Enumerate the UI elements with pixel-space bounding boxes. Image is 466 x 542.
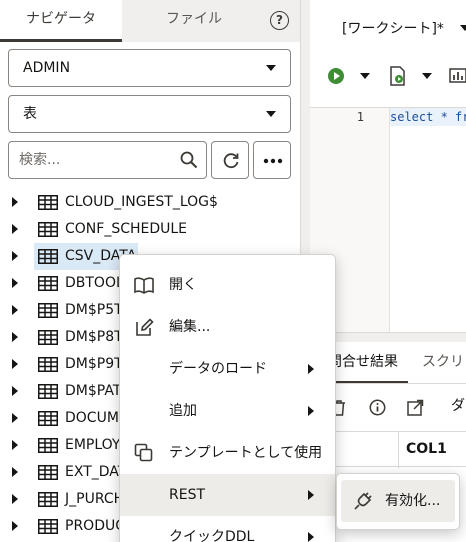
expand-arrow-icon[interactable]	[12, 467, 18, 477]
search-input[interactable]	[19, 148, 179, 172]
sql-editor-line[interactable]: select * fr	[390, 108, 466, 126]
expand-arrow-icon[interactable]	[12, 224, 18, 234]
submenu-arrow-icon	[308, 364, 314, 374]
tree-item-label: EXT_DAT	[65, 464, 127, 480]
expand-arrow-icon[interactable]	[12, 359, 18, 369]
tab-query-result[interactable]: 問合せ結果	[328, 342, 408, 384]
menu-item[interactable]: 編集...	[120, 306, 335, 348]
search-icon[interactable]	[180, 151, 198, 169]
chevron-down-icon	[266, 111, 276, 117]
expand-arrow-icon[interactable]	[12, 494, 18, 504]
expand-arrow-icon[interactable]	[12, 440, 18, 450]
table-icon	[38, 303, 58, 318]
submenu-arrow-icon	[308, 532, 314, 542]
expand-arrow-icon[interactable]	[12, 197, 18, 207]
menu-item-label: REST	[169, 487, 206, 503]
worksheet-title[interactable]: [ワークシート]*	[342, 18, 444, 38]
menu-item-label: 編集...	[169, 319, 211, 335]
expand-arrow-icon[interactable]	[12, 278, 18, 288]
submenu-arrow-icon	[308, 490, 314, 500]
explain-plan-icon[interactable]	[449, 66, 466, 84]
table-icon	[38, 222, 58, 237]
menu-item-label: クイックDDL	[169, 529, 255, 542]
chevron-down-icon	[266, 65, 276, 71]
menu-item-label: 有効化...	[385, 493, 441, 509]
expand-arrow-icon[interactable]	[12, 521, 18, 531]
table-icon	[38, 357, 58, 372]
run-icon[interactable]	[328, 68, 344, 84]
tab-file[interactable]: ファイル	[122, 0, 266, 42]
book-icon	[134, 277, 154, 294]
table-icon	[38, 384, 58, 399]
search-box	[8, 141, 207, 179]
expand-arrow-icon[interactable]	[12, 305, 18, 315]
tree-item-label: DM$P5T	[65, 302, 123, 318]
table-icon	[38, 276, 58, 291]
table-icon	[38, 438, 58, 453]
menu-item[interactable]: データのロード	[120, 348, 335, 390]
menu-item[interactable]: クイックDDL	[120, 516, 335, 542]
tree-item-label: CLOUD_INGEST_LOG$	[65, 194, 218, 210]
copy-icon	[134, 443, 153, 462]
tree-item-label: DM$P9T	[65, 356, 123, 372]
tree-item-label: J_PURCH	[65, 491, 125, 507]
context-menu: 開く編集... データのロード 追加テンプレートとして使用 REST クイックDDL	[119, 254, 336, 542]
tab-navigator[interactable]: ナビゲータ	[0, 0, 122, 42]
open-external-icon[interactable]	[407, 399, 424, 416]
plug-icon	[354, 492, 372, 510]
run-script-icon[interactable]	[389, 66, 407, 86]
table-icon	[38, 492, 58, 507]
schema-select-value: ADMIN	[23, 60, 71, 76]
chevron-down-icon[interactable]	[422, 73, 432, 79]
tab-script-output[interactable]: スクリ	[422, 342, 464, 384]
edit-icon	[136, 318, 154, 336]
table-icon	[38, 249, 58, 264]
menu-item[interactable]: 追加	[120, 390, 335, 432]
menu-item[interactable]: 開く	[120, 264, 335, 306]
download-label[interactable]: ダ	[451, 384, 465, 429]
table-icon	[38, 330, 58, 345]
chevron-down-icon[interactable]	[460, 25, 466, 31]
line-number: 1	[356, 110, 364, 124]
menu-item[interactable]: テンプレートとして使用	[120, 432, 335, 474]
tree-item-label: CONF_SCHEDULE	[65, 221, 188, 237]
expand-arrow-icon[interactable]	[12, 251, 18, 261]
rest-submenu: 有効化...	[336, 473, 460, 530]
menu-item-enable-rest[interactable]: 有効化...	[341, 480, 455, 522]
info-icon[interactable]	[369, 399, 386, 416]
expand-arrow-icon[interactable]	[12, 413, 18, 423]
expand-arrow-icon[interactable]	[12, 332, 18, 342]
menu-item-label: 追加	[169, 403, 197, 419]
chevron-down-icon[interactable]	[360, 73, 370, 79]
more-icon	[263, 158, 283, 164]
column-header-col1[interactable]: COL1	[406, 432, 447, 466]
table-icon	[38, 519, 58, 534]
tree-item[interactable]: CLOUD_INGEST_LOG$	[0, 189, 300, 216]
refresh-icon	[223, 153, 239, 169]
tree-item[interactable]: CONF_SCHEDULE	[0, 216, 300, 243]
help-icon[interactable]: ?	[270, 11, 289, 30]
menu-item[interactable]: REST	[120, 474, 335, 516]
tree-item-label: PRODUC	[65, 518, 125, 534]
navigator-tabbar: ナビゲータ ファイル ?	[0, 0, 300, 42]
tree-item-label: DBTOOL	[65, 275, 124, 291]
menu-item-label: データのロード	[169, 361, 267, 377]
menu-item-label: テンプレートとして使用	[169, 445, 323, 461]
tree-item-label: DOCUMI	[65, 410, 124, 426]
submenu-arrow-icon	[308, 406, 314, 416]
table-icon	[38, 195, 58, 210]
expand-arrow-icon[interactable]	[12, 386, 18, 396]
column-divider[interactable]	[398, 432, 399, 468]
schema-select[interactable]: ADMIN	[8, 49, 291, 87]
tree-item-label: DM$P8T	[65, 329, 123, 345]
object-type-select-value: 表	[23, 106, 37, 122]
table-icon	[38, 411, 58, 426]
more-actions-button[interactable]	[253, 141, 291, 179]
refresh-button[interactable]	[211, 141, 249, 179]
tree-item-label: EMPLOY	[65, 437, 121, 453]
tree-item-label: DM$PAT	[65, 383, 122, 399]
menu-item-label: 開く	[169, 277, 197, 293]
table-icon	[38, 465, 58, 480]
object-type-select[interactable]: 表	[8, 95, 291, 133]
